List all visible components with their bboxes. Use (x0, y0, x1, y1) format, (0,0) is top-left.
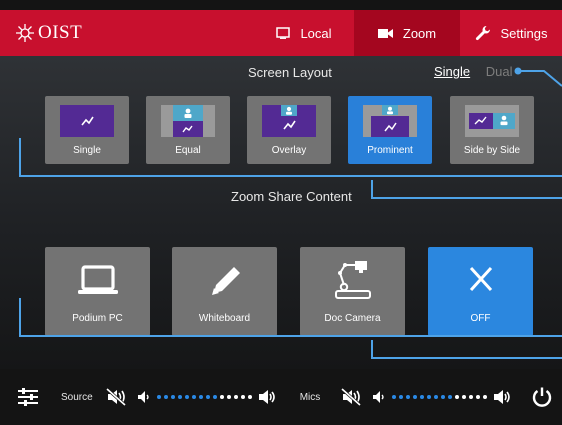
source-volume-dot (219, 395, 224, 399)
source-volume-dot (191, 395, 196, 399)
video-camera-icon (377, 28, 393, 38)
close-icon (469, 266, 492, 292)
mode-single-button[interactable]: Single (434, 64, 470, 79)
display-mode-toggle: Single Dual (434, 64, 513, 79)
mode-dual-button[interactable]: Dual (486, 64, 513, 79)
source-label: Source (61, 391, 93, 403)
zoom-share-content-title: Zoom Share Content (231, 189, 352, 204)
tab-zoom-label: Zoom (402, 25, 437, 41)
source-volume-up-icon[interactable] (258, 389, 278, 405)
share-title-bracket (371, 340, 562, 359)
mics-volume-up-icon[interactable] (493, 389, 513, 405)
source-volume-dot (177, 395, 182, 399)
oist-emblem-icon (16, 24, 34, 42)
tab-local-label: Local (300, 25, 332, 41)
document-camera-icon (334, 261, 371, 299)
source-volume-dot (205, 395, 210, 399)
prominent-layout-icon (363, 105, 417, 137)
dual-mode-callout (514, 67, 562, 87)
source-volume-dot (240, 395, 245, 399)
source-volume-dot (170, 395, 175, 399)
source-volume-dot (226, 395, 231, 399)
source-volume-dot (247, 395, 252, 399)
monitor-icon (276, 27, 291, 39)
mics-volume-dot (469, 395, 474, 399)
source-volume-dot (212, 395, 217, 399)
mics-volume-dot (441, 395, 446, 399)
mics-volume-dot (392, 395, 397, 399)
layout-title-bracket (371, 180, 562, 199)
mics-volume-dot (413, 395, 418, 399)
oist-logo: OIST (0, 22, 250, 44)
mics-volume-dot (420, 395, 425, 399)
main-panel: Screen Layout Single Dual Single Equal O… (0, 56, 562, 369)
mics-volume-slider[interactable] (392, 395, 488, 399)
power-icon[interactable] (531, 386, 553, 408)
logo-text: OIST (38, 22, 83, 43)
tab-zoom[interactable]: Zoom (354, 10, 460, 56)
pencil-icon (211, 267, 240, 295)
tab-local[interactable]: Local (254, 10, 354, 56)
mics-volume-dot (399, 395, 404, 399)
share-row-bracket (19, 298, 562, 337)
mics-mute-icon[interactable] (340, 388, 362, 406)
screen-layout-title: Screen Layout (248, 65, 332, 80)
source-volume-dot (198, 395, 203, 399)
mics-volume-dot (434, 395, 439, 399)
source-volume-dot (156, 395, 161, 399)
sliders-icon[interactable] (17, 387, 39, 407)
mics-volume-dot (462, 395, 467, 399)
mics-volume-down-icon[interactable] (372, 390, 386, 404)
source-volume-dot (163, 395, 168, 399)
layout-row-bracket (19, 138, 562, 177)
tab-settings[interactable]: Settings (460, 10, 562, 56)
single-layout-icon (60, 105, 114, 137)
mics-volume-dot (476, 395, 481, 399)
source-volume-down-icon[interactable] (137, 390, 151, 404)
tab-settings-label: Settings (500, 25, 548, 41)
mics-label: Mics (299, 391, 321, 403)
side-by-side-layout-icon (465, 105, 519, 137)
source-volume-dot (233, 395, 238, 399)
mics-volume-dot (483, 395, 488, 399)
source-mute-icon[interactable] (105, 388, 127, 406)
mics-volume-dot (406, 395, 411, 399)
laptop-icon (77, 265, 118, 294)
mics-volume-dot (448, 395, 453, 399)
overlay-layout-icon (262, 105, 316, 137)
mics-volume-dot (455, 395, 460, 399)
bottom-bar: Source Mics (0, 369, 562, 425)
source-volume-slider[interactable] (156, 395, 252, 399)
wrench-icon (475, 26, 490, 41)
source-volume-dot (184, 395, 189, 399)
top-bar: OIST Local Zoom Settings (0, 10, 562, 56)
mics-volume-dot (427, 395, 432, 399)
equal-layout-icon (161, 105, 215, 137)
